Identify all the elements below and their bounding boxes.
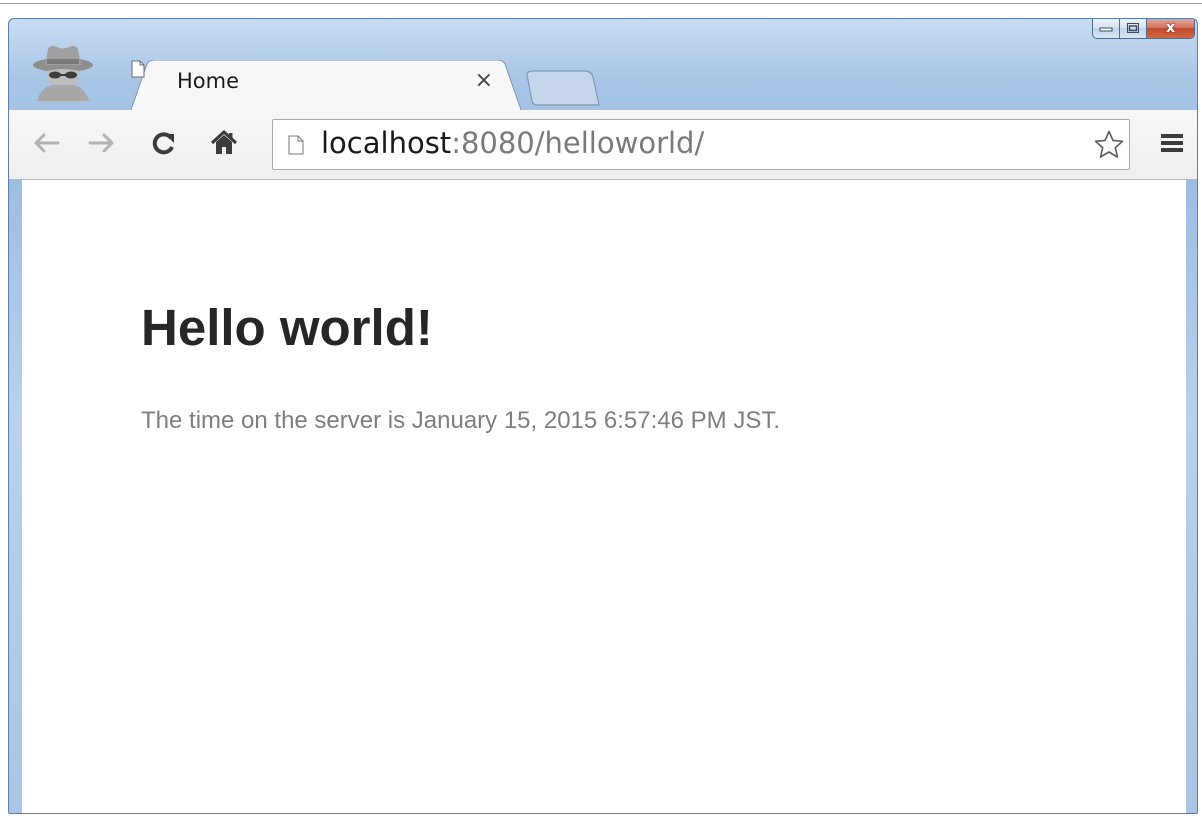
minimize-button[interactable] — [1092, 19, 1120, 39]
tab-home[interactable]: Home × — [131, 60, 521, 110]
browser-window: x Home × localhost:8080/helloworld/ Hell… — [8, 18, 1198, 814]
back-button[interactable] — [29, 126, 63, 160]
server-time-text: The time on the server is January 15, 20… — [141, 407, 780, 434]
url-text[interactable]: localhost:8080/helloworld/ — [321, 125, 704, 161]
star-icon[interactable] — [1093, 129, 1125, 161]
close-icon: x — [1165, 20, 1176, 36]
page-info-icon — [288, 135, 304, 155]
home-icon — [210, 130, 238, 154]
home-button[interactable] — [207, 126, 241, 160]
top-rule — [0, 3, 1202, 4]
maximize-icon — [1127, 23, 1139, 33]
address-bar[interactable]: localhost:8080/helloworld/ — [272, 119, 1130, 170]
chrome-menu-button[interactable] — [1159, 130, 1185, 156]
new-tab-button[interactable] — [525, 69, 601, 107]
document-icon — [131, 60, 145, 78]
url-path: :8080/helloworld/ — [451, 126, 705, 160]
tab-title: Home — [177, 69, 240, 93]
close-window-button[interactable]: x — [1147, 19, 1195, 39]
maximize-button[interactable] — [1120, 19, 1147, 39]
back-arrow-icon — [34, 133, 60, 153]
minimize-icon — [1099, 27, 1113, 32]
window-caption-buttons: x — [1092, 19, 1195, 40]
tab-close-button[interactable]: × — [475, 70, 493, 92]
forward-button[interactable] — [85, 126, 119, 160]
forward-arrow-icon — [88, 133, 114, 153]
page-viewport: Hello world! The time on the server is J… — [22, 180, 1186, 813]
page-heading: Hello world! — [141, 299, 433, 356]
reload-icon — [152, 132, 174, 155]
reload-button[interactable] — [147, 126, 181, 160]
hamburger-menu-icon — [1161, 134, 1183, 152]
browser-toolbar: localhost:8080/helloworld/ — [9, 110, 1197, 180]
incognito-icon — [31, 41, 95, 101]
url-host: localhost — [321, 126, 452, 160]
